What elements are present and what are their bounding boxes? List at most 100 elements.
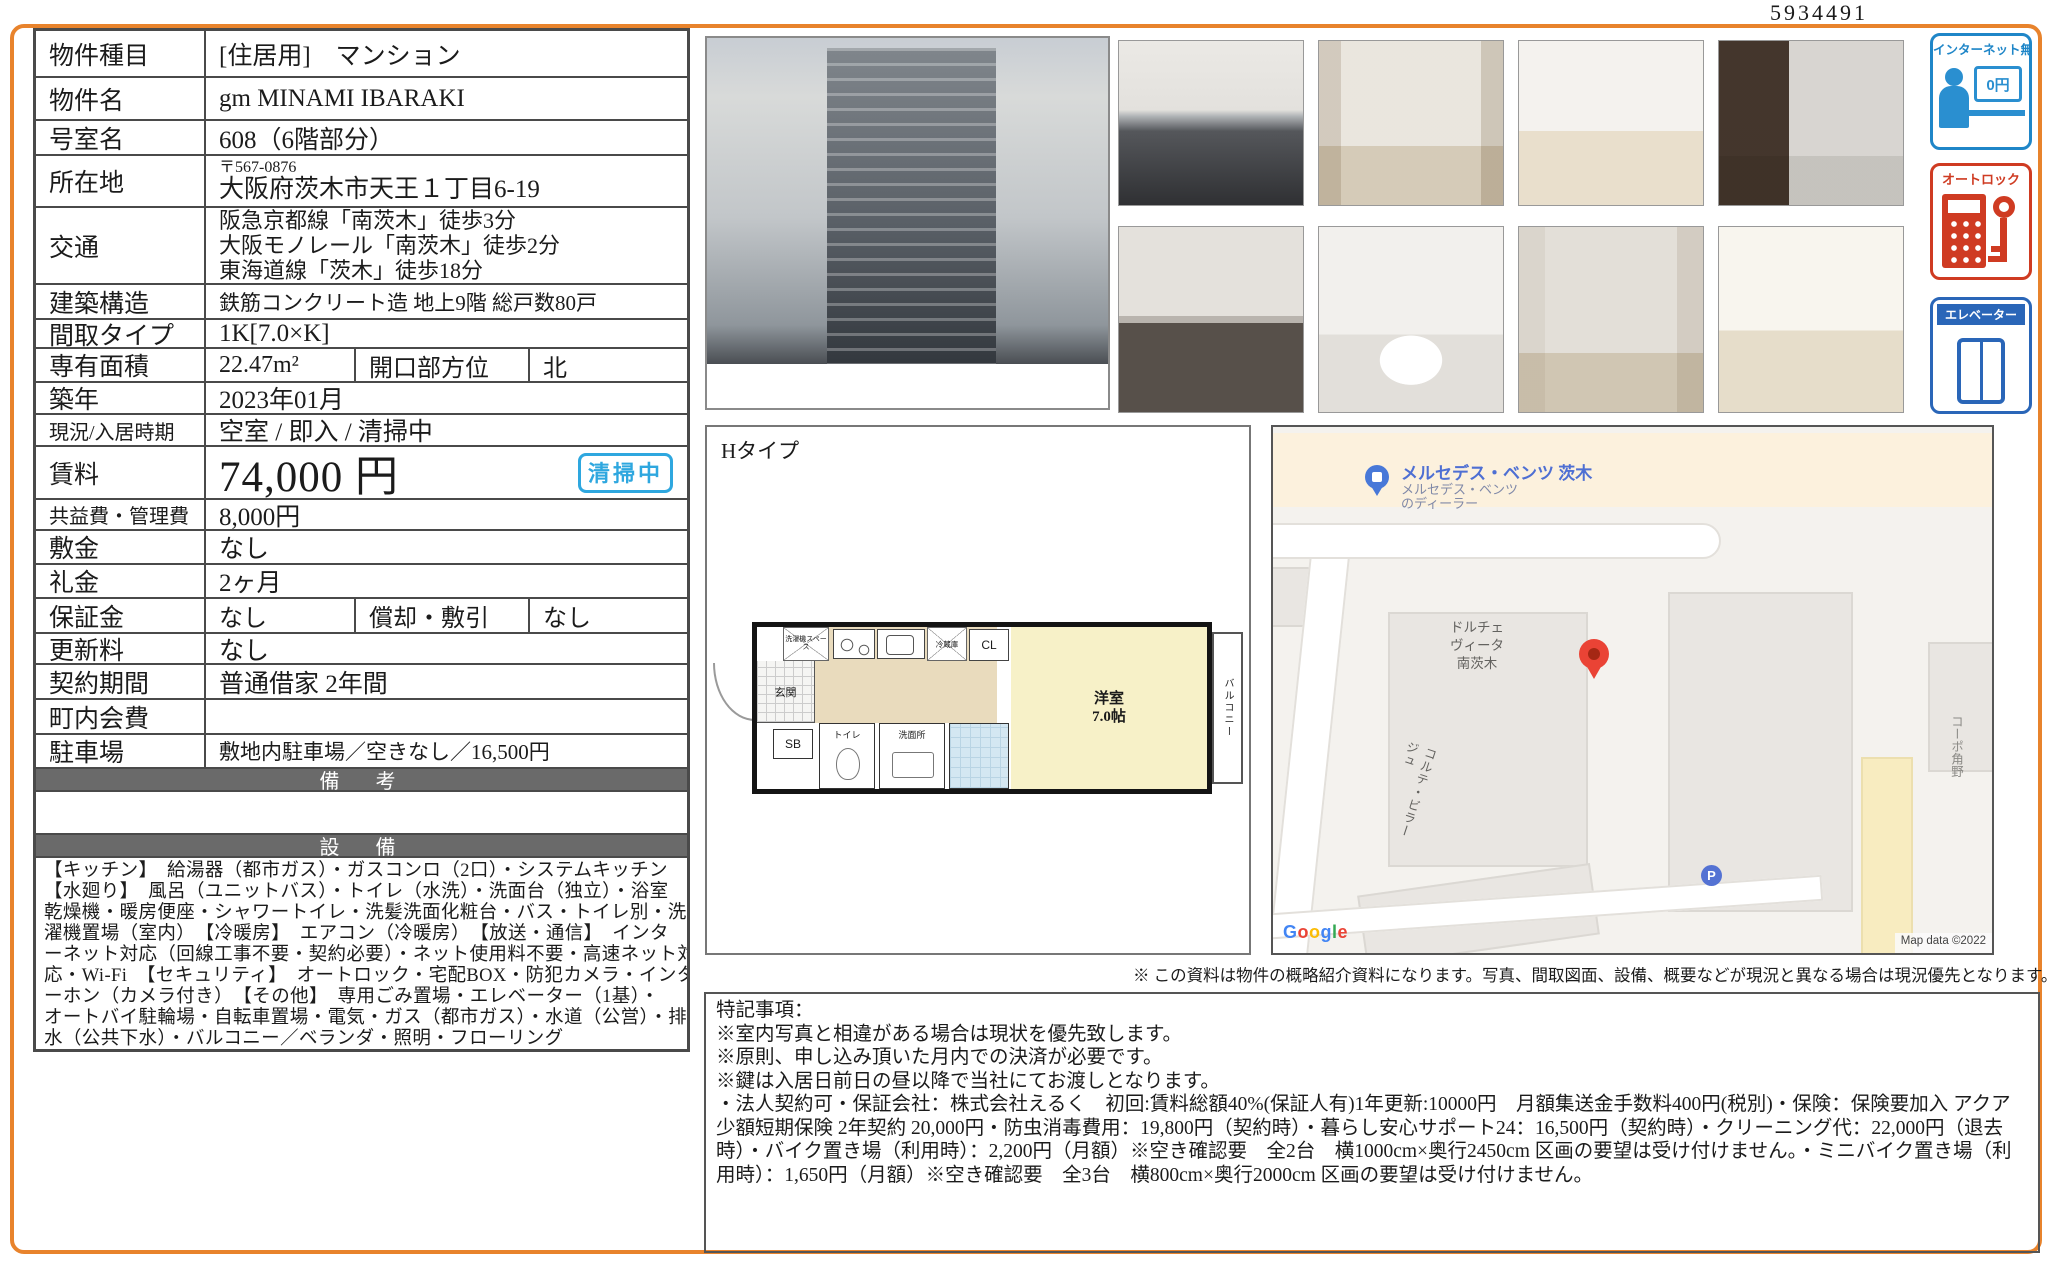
photo-bathroom xyxy=(1718,40,1904,206)
spec-value: 普通借家 2年間 xyxy=(219,670,388,698)
equipment-text: 【キッチン】 給湯器（都市ガス）・ガスコンロ（2口）・システムキッチン 【水廻り】… xyxy=(36,858,687,1049)
equipment-line: ーネット対応（回線工事不要・契約必要）・ネット使用料不要・高速ネット対 xyxy=(44,945,687,965)
spec-label: 共益費・管理費 xyxy=(36,500,206,529)
monitor-icon: 0円 xyxy=(1974,66,2022,102)
floorplan-panel: Hタイプ 洗濯機スペース 冷蔵庫 CL 洋室 7.0帖 玄関 SB トイレ 洗面… xyxy=(705,425,1251,955)
access-line: 東海道線「茨木」徒歩18分 xyxy=(219,258,484,283)
balcony-label: バルコニー xyxy=(1222,678,1233,738)
key-icon-tooth xyxy=(1991,246,2000,252)
poi-subtitle: メルセデス・ベンツ xyxy=(1401,482,1519,497)
building-tower-shape xyxy=(827,47,996,364)
spec-value: なし xyxy=(543,606,591,632)
note-line: ※原則、申し込み頂いた月内での決済が必要です。 xyxy=(716,1047,1163,1068)
spec-row: 現況/入居時期 空室 / 即入 / 清掃中 xyxy=(36,415,687,447)
spec-value: 608（6階部分） xyxy=(219,126,395,154)
zero-yen-label: 0円 xyxy=(1986,76,2010,94)
closet: CL xyxy=(969,629,1009,661)
spec-value: 2023年01月 xyxy=(219,387,345,413)
equipment-line: 応・Wi-Fi 【セキュリティ】 オートロック・宅配BOX・防犯カメラ・インタ xyxy=(44,966,687,986)
spec-label: 更新料 xyxy=(36,634,206,663)
shoebox: SB xyxy=(773,729,813,759)
photo-hallway xyxy=(1318,40,1504,206)
spec-label: 物件種目 xyxy=(36,31,206,76)
special-notes-box: 特記事項： ※室内写真と相違がある場合は現状を優先致します。 ※原則、申し込み頂い… xyxy=(704,992,2040,1253)
spec-row: 賃料 74,000 円清掃中 xyxy=(36,447,687,500)
spec-value: 北 xyxy=(543,355,567,382)
poi-name: メルセデス・ベンツ 茨木 xyxy=(1401,464,1593,483)
map-label-line: ヴィータ xyxy=(1450,638,1504,653)
section-band: 備 考 xyxy=(36,769,687,792)
room-label: 洋室 xyxy=(1093,691,1124,707)
spec-value: 鉄筋コンクリート造 地上9階 総戸数80戸 xyxy=(219,290,597,315)
spec-label: 専有面積 xyxy=(36,349,206,381)
disclaimer-note: ※ この資料は物件の概略紹介資料になります。写真、間取図面、設備、概要などが現況… xyxy=(1133,966,2056,985)
note-line: ※室内写真と相違がある場合は現状を優先致します。 xyxy=(716,1023,1183,1045)
badge-internet-free: インターネット無料 0円 xyxy=(1930,33,2032,150)
photo-corridor xyxy=(1518,226,1704,413)
spec-label: 償却・敷引 xyxy=(356,599,530,632)
spec-row: 建築構造 鉄筋コンクリート造 地上9階 総戸数80戸 xyxy=(36,285,687,320)
spec-value: 74,000 円清掃中 xyxy=(206,447,687,498)
property-spec-table: 物件種目 [住居用] マンション 物件名 gm MINAMI IBARAKI 号室名 60… xyxy=(33,28,690,1052)
spec-value: [住居用] マンション xyxy=(219,42,461,70)
spec-row: 【キッチン】 給湯器（都市ガス）・ガスコンロ（2口）・システムキッチン 【水廻り】… xyxy=(36,858,687,1049)
spec-value: なし xyxy=(206,599,356,632)
washroom: 洗面所 xyxy=(879,723,945,789)
equipment-line: 【キッチン】 給湯器（都市ガス）・ガスコンロ（2口）・システムキッチン xyxy=(44,861,668,881)
spec-row: 物件種目 [住居用] マンション xyxy=(36,31,687,78)
equipment-line: 乾燥機・暖房便座・シャワートイレ・洗髪洗面化粧台・バス・トイレ別・洗 xyxy=(44,903,687,923)
equipment-line: 水（公共下水）・バルコニー／ベランダ・照明・フローリング xyxy=(44,1029,564,1049)
badge-internet-label: インターネット無料 xyxy=(1933,43,2029,57)
elevator-door-split xyxy=(1980,342,1983,400)
location-map: メルセデス・ベンツ 茨木 メルセデス・ベンツ のディーラー ドルチェ ヴィータ … xyxy=(1271,425,1994,955)
google-logo: Google xyxy=(1283,922,1349,942)
key-icon-tooth xyxy=(1988,256,2000,262)
room-size-label: 7.0帖 xyxy=(1092,709,1126,725)
spec-label: 町内会費 xyxy=(36,700,206,733)
spec-label: 開口部方位 xyxy=(356,349,530,381)
spec-label: 敷金 xyxy=(36,531,206,563)
badge-elevator-label: エレベーター xyxy=(1937,304,2025,325)
spec-label: 礼金 xyxy=(36,565,206,597)
spec-label: 物件名 xyxy=(36,78,206,119)
spec-label: 契約期間 xyxy=(36,665,206,698)
key-icon xyxy=(1993,196,2015,218)
spec-label: 築年 xyxy=(36,383,206,413)
photo-washstand xyxy=(1118,226,1304,413)
postal-code: 〒567-0876 xyxy=(219,158,297,176)
spec-row: 号室名 608（6階部分） xyxy=(36,121,687,156)
map-road-yellow xyxy=(1861,757,1913,953)
spec-value: 敷地内駐車場／空きなし／16,500円 xyxy=(219,740,550,764)
spec-label: 現況/入居時期 xyxy=(36,415,206,445)
equipment-line: ーホン（カメラ付き） 【その他】 専用ごみ置場・エレベーター（1基）・ xyxy=(44,987,660,1007)
spec-value: 1K[7.0×K] xyxy=(219,320,330,347)
spec-value xyxy=(206,700,687,733)
spec-value: 阪急京都線「南茨木」徒歩3分 大阪モノレール「南茨木」徒歩2分 東海道線「茨木」徒歩… xyxy=(206,208,687,283)
spec-value: なし xyxy=(219,536,270,563)
spec-label: 賃料 xyxy=(36,447,206,498)
spec-row: 駐車場 敷地内駐車場／空きなし／16,500円 xyxy=(36,735,687,769)
spec-label: 号室名 xyxy=(36,121,206,154)
building-photo-image xyxy=(707,38,1108,364)
spec-row: 間取タイプ 1K[7.0×K] xyxy=(36,320,687,349)
photo-building-exterior xyxy=(705,36,1110,410)
spec-row: 所在地 〒567-0876 大阪府茨木市天王１丁目6-19 xyxy=(36,156,687,208)
cleaning-stamp: 清掃中 xyxy=(577,452,673,493)
photo-toilet xyxy=(1318,226,1504,413)
spec-value: 22.47m² xyxy=(206,349,356,381)
floorplan-type-label: Hタイプ xyxy=(721,439,800,463)
spec-label: 所在地 xyxy=(36,156,206,206)
note-line: ※鍵は入居日前日の昼以降で当社にてお渡しとなります。 xyxy=(716,1070,1220,1092)
equipment-line: 【水廻り】 風呂（ユニットバス）・トイレ（水洗）・洗面台（独立）・浴室 xyxy=(44,882,669,902)
equipment-line: オートバイ駐輪場・自転車置場・電気・ガス（都市ガス）・水道（公営）・排 xyxy=(44,1008,687,1028)
floorplan-unit-outline: 洗濯機スペース 冷蔵庫 CL 洋室 7.0帖 玄関 SB トイレ 洗面所 xyxy=(752,622,1212,794)
section-band: 設 備 xyxy=(36,835,687,858)
spec-label: 間取タイプ xyxy=(36,320,206,347)
spec-row: 保証金 なし 償却・敷引 なし xyxy=(36,599,687,634)
poi-pin-icon xyxy=(1365,465,1389,496)
spec-value: 〒567-0876 大阪府茨木市天王１丁目6-19 xyxy=(206,156,687,206)
badge-auto-lock: オートロック xyxy=(1930,163,2032,280)
photo-room-window xyxy=(1718,226,1904,413)
person-icon-body xyxy=(1939,86,1969,128)
sink-icon xyxy=(877,629,925,659)
